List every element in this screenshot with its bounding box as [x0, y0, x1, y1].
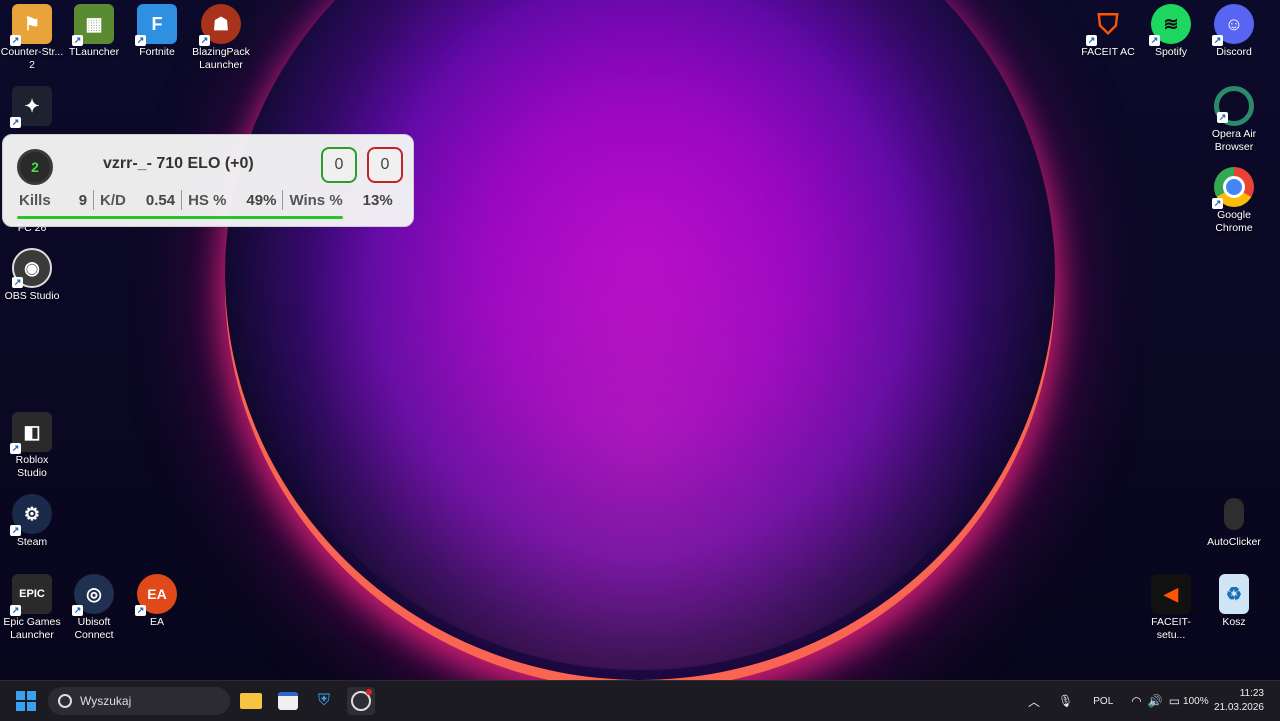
minecraft-icon: ▦ ↗: [72, 4, 114, 46]
desktop-icon-ea[interactable]: EA ↗ EA: [125, 570, 189, 629]
ea-icon: EA ↗: [135, 574, 177, 616]
fortnite-icon: F ↗: [135, 4, 177, 46]
spotify-icon: ≋ ↗: [1149, 4, 1191, 46]
desktop-icon-recycle-bin[interactable]: ♻ Kosz: [1202, 570, 1266, 629]
wins-percent-value: 13%: [362, 191, 393, 209]
wifi-icon[interactable]: ◠: [1131, 694, 1141, 708]
desktop-icon-spotify[interactable]: ≋ ↗ Spotify: [1139, 0, 1203, 59]
language-indicator[interactable]: POL: [1093, 696, 1113, 707]
desktop-icon-steam[interactable]: ⚙ ↗ Steam: [0, 490, 64, 549]
ubisoft-icon: ◎ ↗: [72, 574, 114, 616]
wallpaper-glow: [235, 0, 1045, 670]
store-icon: [278, 692, 298, 710]
taskbar: Wyszukaj ⛨ ︿ 🎙 POL ◠ 🔊 ▭ 100% 11:23 21.0…: [0, 680, 1280, 721]
roblox-icon: ◧ ↗: [10, 412, 52, 454]
volume-icon[interactable]: 🔊: [1148, 694, 1163, 708]
wins-badge: 0: [321, 147, 357, 183]
faceit-ac-icon: ⛉ ↗: [1086, 8, 1119, 46]
windows-icon: [16, 691, 36, 711]
desktop-icon-opera[interactable]: ↗ Opera Air Browser: [1202, 82, 1266, 154]
kills-label: Kills: [19, 191, 51, 209]
mouse-icon: [1214, 494, 1254, 534]
taskbar-app[interactable]: ⛨: [310, 687, 338, 715]
progress-bar: [17, 216, 343, 219]
discord-icon: ☺ ↗: [1212, 4, 1254, 46]
desktop-icon-cs2[interactable]: ⚑ ↗ Counter-Str... 2: [0, 0, 64, 72]
losses-badge: 0: [367, 147, 403, 183]
desktop-icon-darkened[interactable]: ✦ ↗: [0, 82, 64, 132]
battery-percent: 100%: [1183, 695, 1209, 707]
clock[interactable]: 11:23 21.03.2026: [1214, 687, 1264, 715]
desktop-icon-autoclicker[interactable]: AutoClicker: [1202, 490, 1266, 549]
blazingpack-icon: ☗ ↗: [199, 4, 241, 46]
battery-icon[interactable]: ▭: [1169, 694, 1180, 708]
microphone-icon[interactable]: 🎙: [1058, 694, 1073, 708]
chevron-up-icon[interactable]: ︿: [1028, 693, 1040, 710]
recycle-bin-icon: ♻: [1219, 574, 1249, 614]
hs-value: 49%: [246, 191, 277, 209]
folder-icon: [240, 693, 262, 709]
cs2-icon: ⚑ ↗: [10, 4, 52, 46]
search-placeholder: Wyszukaj: [80, 694, 132, 708]
faceit-setup-icon: ◀: [1151, 574, 1191, 614]
wins-count: 0: [334, 156, 344, 173]
faceit-stats-overlay: 2 vzrr-_- 710 ELO (+0) 0 0 Kills 9 K/D 0…: [2, 134, 414, 227]
obs-icon: ◉ ↗: [12, 248, 52, 288]
kd-value: 0.54: [145, 191, 176, 209]
kills-value: 9: [78, 191, 88, 209]
divider: [93, 190, 95, 210]
taskbar-faceit[interactable]: [347, 687, 375, 715]
taskbar-file-explorer[interactable]: [237, 687, 265, 715]
desktop-icon-chrome[interactable]: ↗ Google Chrome: [1202, 163, 1266, 235]
desktop-icon-faceit-setup[interactable]: ◀ FACEIT-setu...: [1139, 570, 1203, 642]
divider: [282, 190, 284, 210]
taskbar-microsoft-store[interactable]: [274, 687, 302, 715]
start-button[interactable]: [12, 687, 40, 715]
desktop-icon-roblox[interactable]: ◧ ↗ Roblox Studio: [0, 408, 64, 480]
system-tray: ︿ 🎙 POL ◠ 🔊 ▭ 100%: [1028, 681, 1209, 721]
desktop-icon-epic[interactable]: EPIC ↗ Epic Games Launcher: [0, 570, 64, 642]
divider: [181, 190, 183, 210]
epic-icon: EPIC ↗: [10, 574, 52, 616]
player-title: vzrr-_- 710 ELO (+0): [103, 155, 254, 172]
desktop-icon-tlauncher[interactable]: ▦ ↗ TLauncher: [62, 0, 126, 59]
clock-time: 11:23: [1239, 688, 1264, 699]
desktop-icon-faceit-ac[interactable]: ⛉ ↗ FACEIT AC: [1076, 0, 1140, 59]
desktop-icon-blazingpack[interactable]: ☗ ↗ BlazingPack Launcher: [189, 0, 253, 72]
stats-row: Kills 9 K/D 0.54 HS % 49% Wins % 13%: [19, 190, 393, 210]
search-box[interactable]: Wyszukaj: [48, 687, 230, 715]
wallpaper-ring: [225, 0, 1055, 680]
notification-dot: [366, 689, 372, 695]
clock-date: 21.03.2026: [1213, 702, 1264, 713]
search-icon: [58, 694, 72, 708]
hs-label: HS %: [188, 191, 227, 209]
desktop-icon-discord[interactable]: ☺ ↗ Discord: [1202, 0, 1266, 59]
steam-icon: ⚙ ↗: [10, 494, 52, 536]
app-icon: ✦ ↗: [10, 86, 52, 128]
chrome-icon: ↗: [1212, 167, 1254, 209]
kd-label: K/D: [100, 191, 126, 209]
level-badge: 2: [17, 149, 53, 185]
level-value: 2: [31, 159, 39, 175]
opera-icon: ↗: [1214, 86, 1254, 126]
losses-count: 0: [380, 156, 390, 173]
app-icon: ⛨: [317, 692, 330, 709]
desktop-icon-fortnite[interactable]: F ↗ Fortnite: [125, 0, 189, 59]
wins-percent-label: Wins %: [289, 191, 343, 209]
desktop-icon-obs[interactable]: ◉ ↗ OBS Studio: [0, 244, 64, 303]
desktop-icon-ubisoft[interactable]: ◎ ↗ Ubisoft Connect: [62, 570, 126, 642]
